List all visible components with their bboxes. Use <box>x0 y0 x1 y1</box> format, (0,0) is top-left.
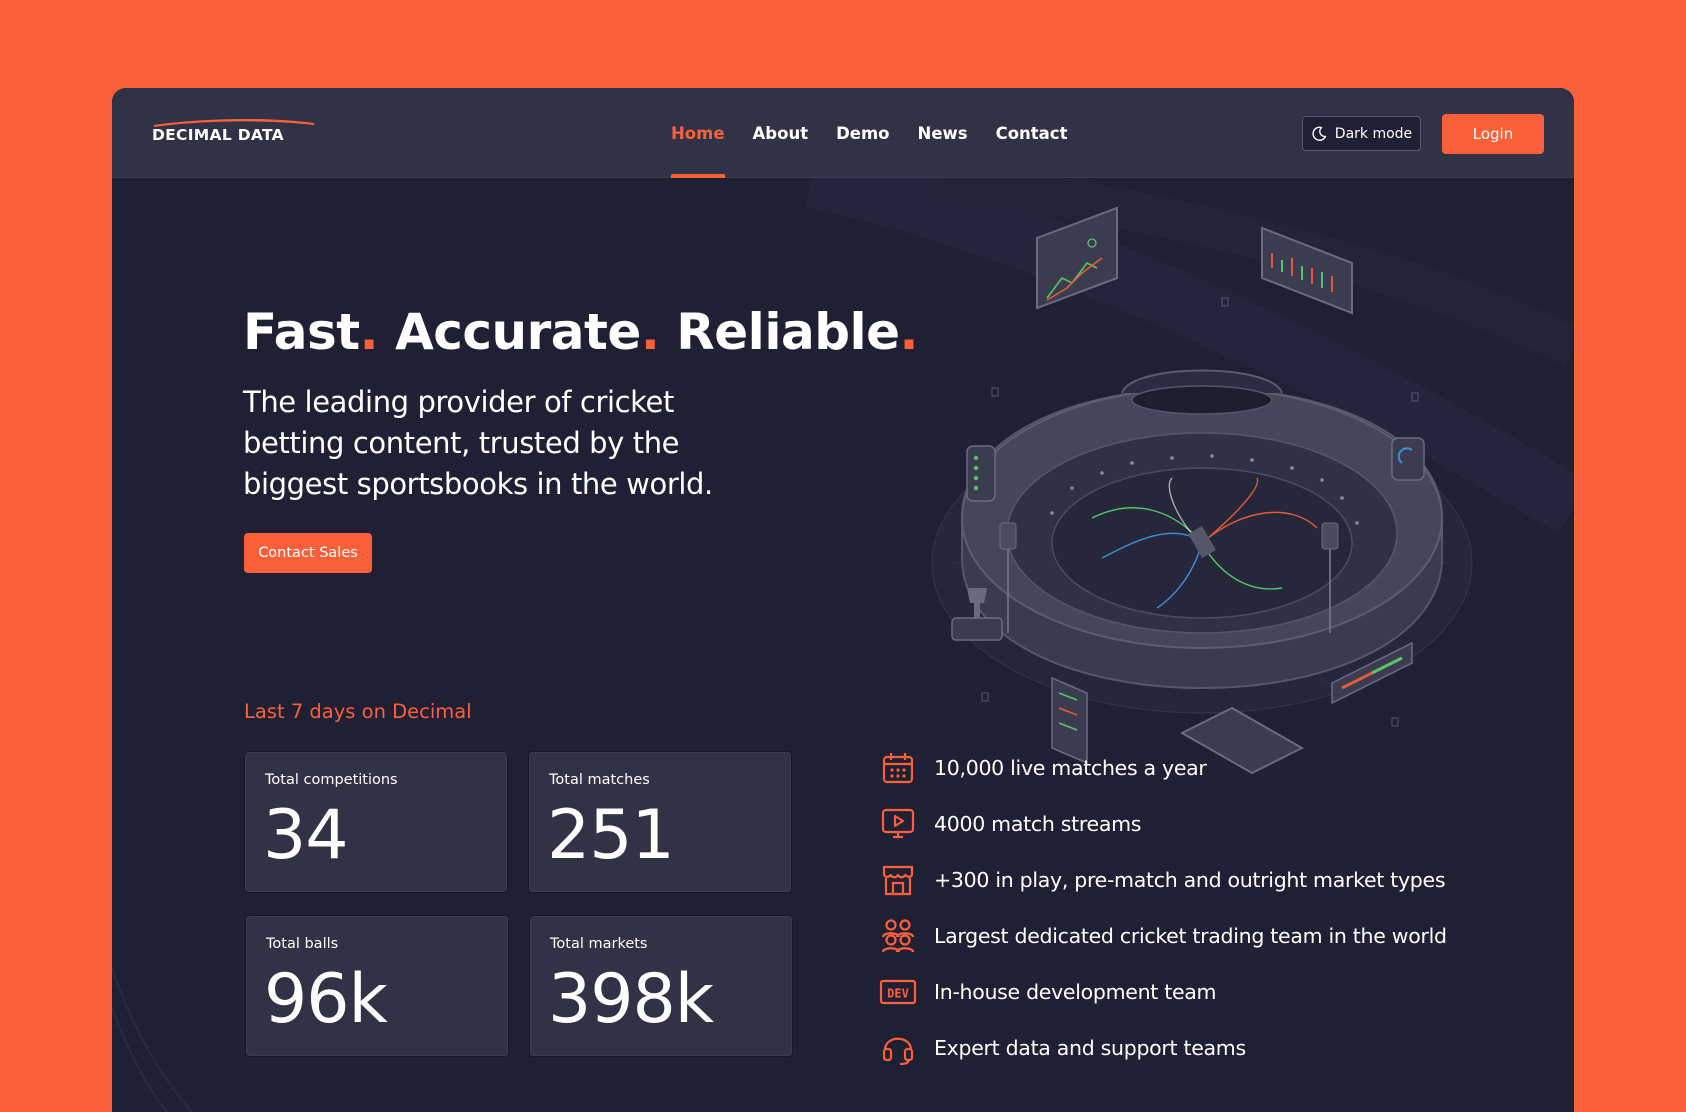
logo[interactable]: DECIMAL DATA <box>152 114 316 150</box>
hero-title-word-2: Accurate <box>395 303 641 361</box>
feature-item: 4000 match streams <box>878 804 1498 844</box>
nav-news[interactable]: News <box>904 88 982 178</box>
stat-label: Total matches <box>549 772 650 788</box>
nav-home[interactable]: Home <box>657 88 739 178</box>
video-play-icon <box>878 804 918 844</box>
contact-sales-button[interactable]: Contact Sales <box>244 533 372 573</box>
hero-subtitle: The leading provider of cricket betting … <box>243 382 763 505</box>
site-header: DECIMAL DATA Home About Demo News Contac… <box>112 88 1574 178</box>
feature-item: Largest dedicated cricket trading team i… <box>878 916 1498 956</box>
stadium-illustration <box>931 206 1473 775</box>
stat-card-competitions: Total competitions 34 <box>244 751 508 893</box>
dark-mode-label: Dark mode <box>1334 125 1413 142</box>
hero-title: Fast. Accurate. Reliable. <box>243 303 919 361</box>
calendar-icon <box>878 748 918 788</box>
hero-title-word-1: Fast <box>243 303 360 361</box>
feature-item: DEV In-house development team <box>878 972 1498 1012</box>
moon-icon <box>1312 126 1326 141</box>
hero-subtitle-line: biggest sportsbooks in the world. <box>243 467 713 501</box>
nav-demo[interactable]: Demo <box>822 88 903 178</box>
feature-text: Largest dedicated cricket trading team i… <box>934 924 1447 948</box>
feature-item: +300 in play, pre-match and outright mar… <box>878 860 1498 900</box>
feature-item: Expert data and support teams <box>878 1028 1498 1068</box>
stat-card-markets: Total markets 398k <box>529 915 793 1057</box>
stat-label: Total balls <box>266 936 339 952</box>
nav-about[interactable]: About <box>739 88 823 178</box>
stat-label: Total markets <box>550 936 648 952</box>
feature-text: Expert data and support teams <box>934 1036 1246 1060</box>
hero-title-dot: . <box>359 303 379 361</box>
feature-text: +300 in play, pre-match and outright mar… <box>934 868 1446 892</box>
feature-item: 10,000 live matches a year <box>878 748 1498 788</box>
stat-value: 398k <box>548 960 714 1039</box>
feature-text: In-house development team <box>934 980 1217 1004</box>
main-nav: Home About Demo News Contact <box>657 88 1081 178</box>
dev-icon: DEV <box>878 972 918 1012</box>
stat-value: 96k <box>264 960 388 1039</box>
logo-text: DECIMAL DATA <box>152 126 284 144</box>
stat-card-balls: Total balls 96k <box>245 915 509 1057</box>
stats-heading: Last 7 days on Decimal <box>244 700 472 723</box>
login-button[interactable]: Login <box>1442 114 1544 154</box>
stat-value: 251 <box>547 796 675 875</box>
store-icon <box>878 860 918 900</box>
hero-subtitle-line: The leading provider of cricket <box>243 385 674 419</box>
dark-mode-toggle[interactable]: Dark mode <box>1302 116 1421 151</box>
team-icon <box>878 916 918 956</box>
hero-title-word-3: Reliable <box>676 303 900 361</box>
stat-label: Total competitions <box>265 772 398 788</box>
nav-contact[interactable]: Contact <box>982 88 1082 178</box>
stat-value: 34 <box>263 796 349 875</box>
hero-subtitle-line: betting content, trusted by the <box>243 426 680 460</box>
hero-title-dot: . <box>640 303 660 361</box>
feature-text: 4000 match streams <box>934 812 1142 836</box>
stat-card-matches: Total matches 251 <box>528 751 792 893</box>
headset-icon <box>878 1028 918 1068</box>
browser-window: DECIMAL DATA Home About Demo News Contac… <box>112 88 1574 1112</box>
feature-text: 10,000 live matches a year <box>934 756 1207 780</box>
dev-icon-text: DEV <box>887 987 909 1001</box>
